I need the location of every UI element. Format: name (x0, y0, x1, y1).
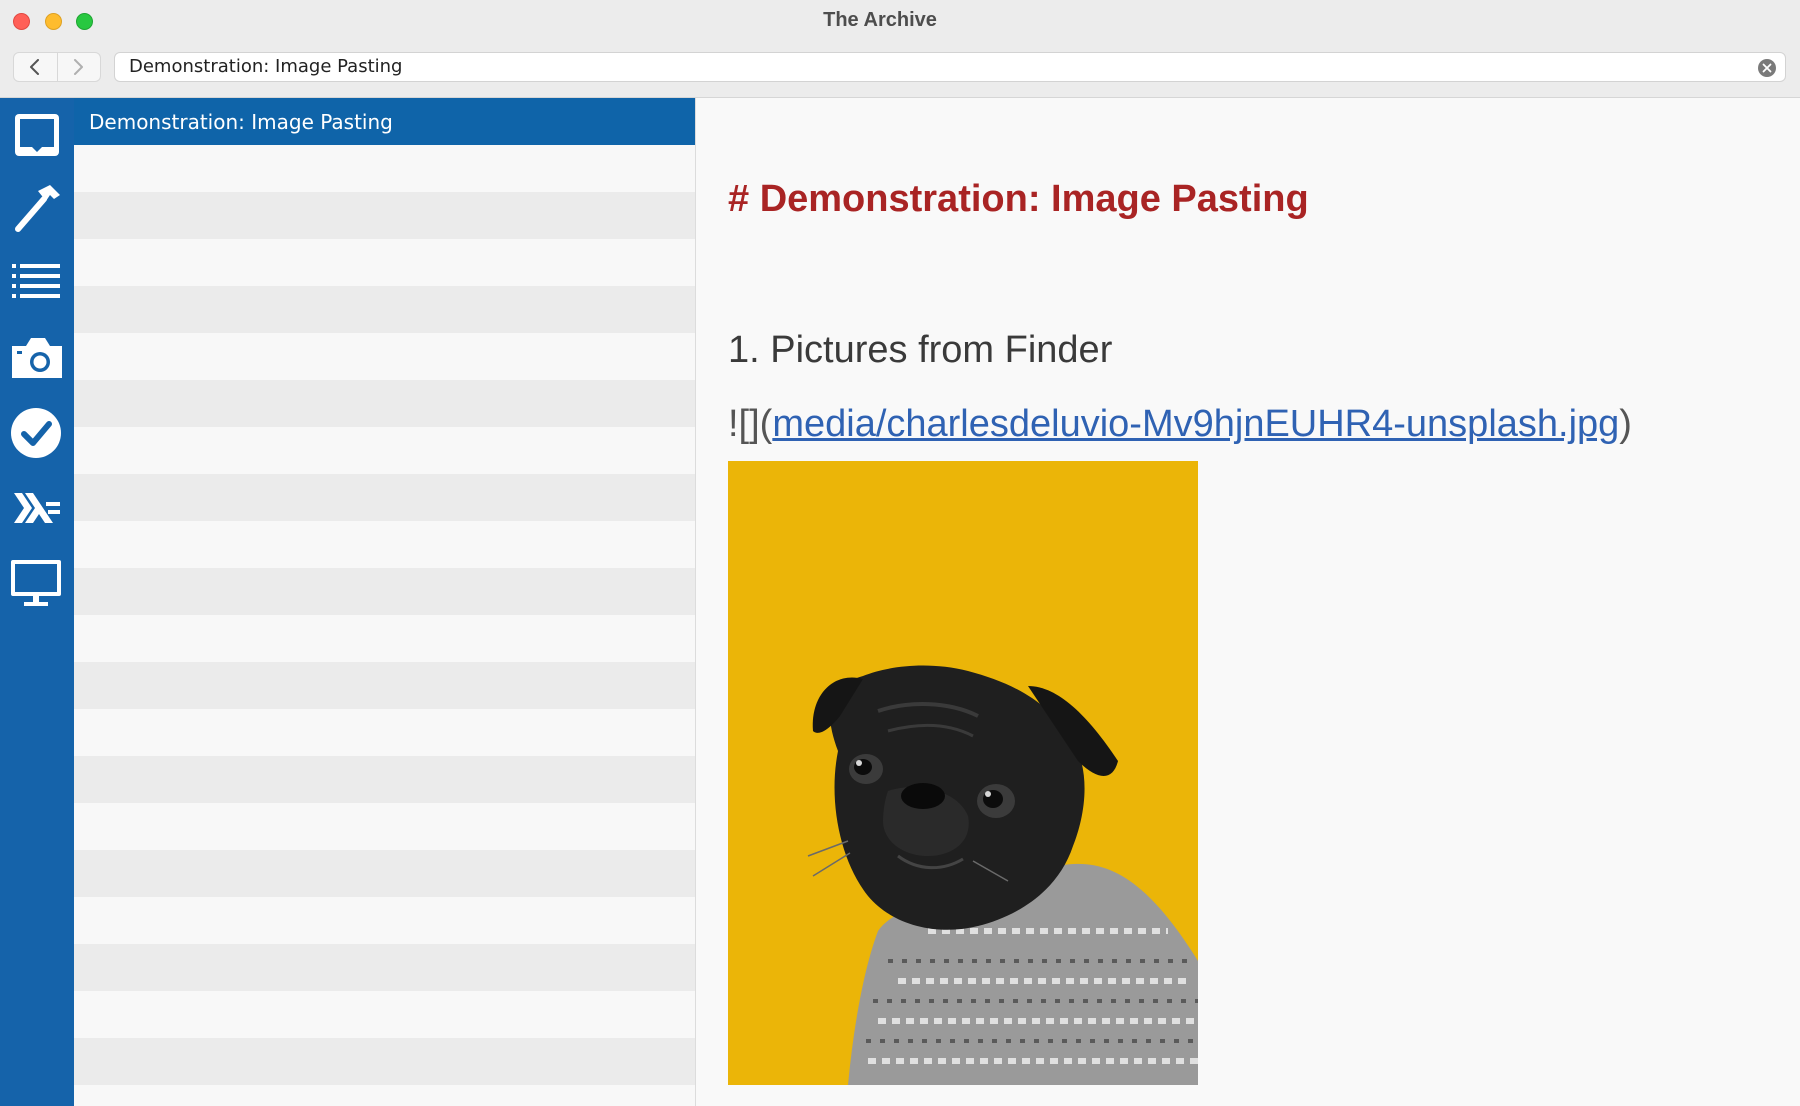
empty-row (74, 568, 695, 615)
empty-row (74, 1038, 695, 1085)
image-link[interactable]: media/charlesdeluvio-Mv9hjnEUHR4-unsplas… (772, 403, 1619, 445)
list-icon[interactable] (10, 256, 64, 310)
image-markdown-line: ![](media/charlesdeluvio-Mv9hjnEUHR4-uns… (728, 403, 1632, 446)
inbox-icon[interactable] (10, 108, 64, 162)
empty-row (74, 662, 695, 709)
empty-row (74, 709, 695, 756)
image-preview (728, 461, 1198, 1085)
note-title: Demonstration: Image Pasting (89, 110, 393, 134)
empty-row (74, 615, 695, 662)
toolbar: Demonstration: Image Pasting (0, 40, 1800, 98)
navigation-buttons (13, 52, 101, 82)
checkmark-icon[interactable] (10, 406, 64, 460)
sidebar (0, 98, 74, 1106)
empty-row (74, 1085, 695, 1106)
empty-row (74, 991, 695, 1038)
empty-row (74, 333, 695, 380)
forward-button[interactable] (57, 53, 100, 81)
haskell-icon[interactable] (10, 481, 64, 535)
empty-row (74, 474, 695, 521)
title-bar: The Archive (0, 0, 1800, 40)
list-item: 1. Pictures from Finder (728, 329, 1113, 371)
empty-row (74, 427, 695, 474)
note-editor[interactable]: # Demonstration: Image Pasting 1. Pictur… (696, 98, 1800, 1106)
empty-row (74, 944, 695, 991)
empty-row (74, 850, 695, 897)
empty-row (74, 756, 695, 803)
image-syntax-prefix: ![]( (728, 403, 773, 445)
empty-row (74, 380, 695, 427)
window-title: The Archive (823, 9, 937, 31)
back-button[interactable] (14, 53, 58, 81)
camera-icon[interactable] (10, 330, 64, 384)
note-heading: # Demonstration: Image Pasting (728, 178, 1309, 220)
empty-row (74, 286, 695, 333)
chevron-left-icon (30, 59, 39, 75)
chevron-right-icon (74, 59, 83, 75)
image-syntax-suffix: ) (1619, 403, 1632, 445)
empty-row (74, 521, 695, 568)
empty-row (74, 239, 695, 286)
pug-photo (728, 461, 1198, 1085)
note-list: Demonstration: Image Pasting (74, 98, 696, 1106)
empty-row (74, 803, 695, 850)
app-window: The Archive Demonstration: Image Pasting (0, 0, 1800, 1106)
hammer-icon[interactable] (10, 181, 64, 235)
monitor-icon[interactable] (10, 556, 64, 610)
note-list-item[interactable]: Demonstration: Image Pasting (74, 98, 695, 145)
clear-search-button[interactable] (1758, 59, 1776, 77)
empty-row (74, 145, 695, 192)
empty-row (74, 897, 695, 944)
omnibar-search-input[interactable]: Demonstration: Image Pasting (114, 52, 1786, 82)
empty-row (74, 192, 695, 239)
close-icon (1762, 63, 1772, 73)
